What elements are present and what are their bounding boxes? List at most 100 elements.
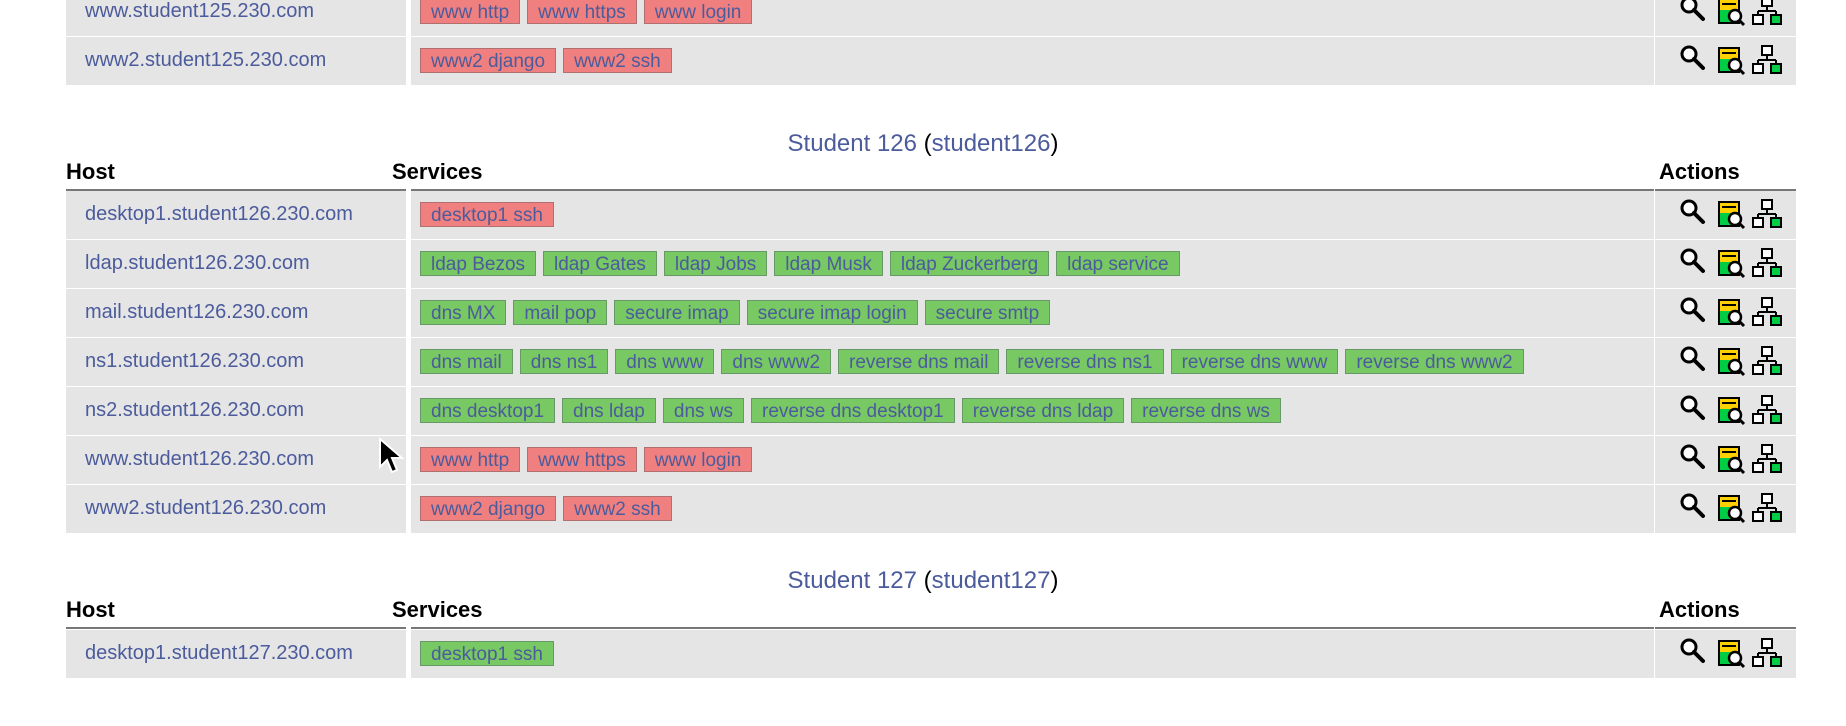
service-badge[interactable]: reverse dns ldap [961, 398, 1125, 423]
status-log-icon[interactable] [1714, 636, 1746, 670]
service-list: www http www https www login [420, 0, 759, 24]
services-column-header: Services [392, 597, 483, 622]
network-map-icon[interactable] [1751, 442, 1783, 476]
action-icons [1677, 636, 1788, 670]
service-badge[interactable]: desktop1 ssh [420, 202, 554, 227]
service-badge[interactable]: www2 ssh [563, 496, 672, 521]
header-rule [66, 627, 406, 629]
status-log-icon[interactable] [1714, 295, 1746, 329]
service-badge[interactable]: reverse dns ws [1131, 398, 1281, 423]
service-badge[interactable]: www https [527, 447, 637, 472]
status-log-icon[interactable] [1714, 491, 1746, 525]
student-name-link[interactable]: Student 126 [788, 130, 917, 157]
host-link[interactable]: desktop1.student126.230.com [85, 203, 353, 226]
service-badge[interactable]: www login [643, 0, 753, 24]
service-badge[interactable]: dns www [615, 349, 715, 374]
network-map-icon[interactable] [1751, 246, 1783, 280]
service-badge[interactable]: ldap Bezos [420, 251, 537, 276]
service-badge[interactable]: secure smtp [924, 300, 1051, 325]
service-badge[interactable]: reverse dns desktop1 [751, 398, 955, 423]
status-log-icon[interactable] [1714, 0, 1746, 28]
network-map-icon[interactable] [1751, 491, 1783, 525]
status-log-icon[interactable] [1714, 246, 1746, 280]
service-badge[interactable]: secure imap login [746, 300, 918, 325]
service-badge[interactable]: www login [643, 447, 753, 472]
service-badge[interactable]: dns ws [662, 398, 745, 423]
network-map-icon[interactable] [1751, 0, 1783, 28]
host-link[interactable]: www.student125.230.com [85, 0, 314, 23]
host-link[interactable]: mail.student126.230.com [85, 301, 308, 324]
service-badge[interactable]: ldap service [1056, 251, 1180, 276]
service-badge[interactable]: ldap Zuckerberg [889, 251, 1050, 276]
magnifier-icon[interactable] [1677, 636, 1709, 670]
network-map-icon[interactable] [1751, 636, 1783, 670]
service-badge[interactable]: dns ns1 [519, 349, 609, 374]
host-cell: www2.student126.230.com [66, 485, 406, 533]
actions-cell [1655, 630, 1796, 678]
status-log-icon[interactable] [1714, 393, 1746, 427]
host-row: ldap.student126.230.com ldap Bezos ldap Ga… [66, 240, 1796, 288]
student-id-link[interactable]: student127 [932, 567, 1051, 594]
host-link[interactable]: www2.student125.230.com [85, 49, 326, 72]
host-column-header: Host [66, 597, 115, 622]
service-badge[interactable]: dns mail [420, 349, 513, 374]
service-list: www2 django www2 ssh [420, 48, 679, 73]
magnifier-icon[interactable] [1677, 246, 1709, 280]
actions-cell [1655, 37, 1796, 85]
service-badge[interactable]: secure imap [614, 300, 740, 325]
host-column-header: Host [66, 159, 115, 184]
service-badge[interactable]: www2 django [420, 496, 557, 521]
service-badge[interactable]: www http [420, 0, 521, 24]
service-badge[interactable]: reverse dns www2 [1345, 349, 1524, 374]
actions-cell [1655, 338, 1796, 386]
service-badge[interactable]: www https [527, 0, 637, 24]
services-cell: www2 django www2 ssh [411, 37, 1654, 85]
services-cell: www http www https www login [411, 436, 1654, 484]
network-map-icon[interactable] [1751, 43, 1783, 77]
magnifier-icon[interactable] [1677, 344, 1709, 378]
host-link[interactable]: ldap.student126.230.com [85, 252, 310, 275]
services-cell: desktop1 ssh [411, 630, 1654, 678]
service-badge[interactable]: dns www2 [721, 349, 832, 374]
network-map-icon[interactable] [1751, 197, 1783, 231]
service-badge[interactable]: desktop1 ssh [420, 641, 554, 666]
network-map-icon[interactable] [1751, 344, 1783, 378]
magnifier-icon[interactable] [1677, 43, 1709, 77]
service-badge[interactable]: dns ldap [562, 398, 656, 423]
service-badge[interactable]: ldap Jobs [663, 251, 768, 276]
status-log-icon[interactable] [1714, 442, 1746, 476]
host-row: desktop1.student127.230.com desktop1 ssh [66, 630, 1796, 678]
service-badge[interactable]: dns desktop1 [420, 398, 556, 423]
service-badge[interactable]: www2 django [420, 48, 557, 73]
service-badge[interactable]: www2 ssh [563, 48, 672, 73]
host-cell: desktop1.student126.230.com [66, 191, 406, 239]
host-link[interactable]: www2.student126.230.com [85, 497, 326, 520]
magnifier-icon[interactable] [1677, 0, 1709, 28]
status-log-icon[interactable] [1714, 197, 1746, 231]
service-badge[interactable]: reverse dns mail [838, 349, 1000, 374]
student-id-link[interactable]: student126 [932, 130, 1051, 157]
host-link[interactable]: desktop1.student127.230.com [85, 642, 353, 665]
service-badge[interactable]: reverse dns www [1170, 349, 1339, 374]
network-map-icon[interactable] [1751, 295, 1783, 329]
service-badge[interactable]: www http [420, 447, 521, 472]
service-badge[interactable]: mail pop [513, 300, 608, 325]
magnifier-icon[interactable] [1677, 393, 1709, 427]
service-badge[interactable]: ldap Musk [774, 251, 883, 276]
service-badge[interactable]: dns MX [420, 300, 507, 325]
action-icons [1677, 491, 1788, 525]
magnifier-icon[interactable] [1677, 197, 1709, 231]
magnifier-icon[interactable] [1677, 491, 1709, 525]
service-badge[interactable]: ldap Gates [543, 251, 657, 276]
host-link[interactable]: www.student126.230.com [85, 448, 314, 471]
student-name-link[interactable]: Student 127 [788, 567, 917, 594]
network-map-icon[interactable] [1751, 393, 1783, 427]
status-log-icon[interactable] [1714, 344, 1746, 378]
service-badge[interactable]: reverse dns ns1 [1006, 349, 1164, 374]
magnifier-icon[interactable] [1677, 442, 1709, 476]
host-link[interactable]: ns1.student126.230.com [85, 350, 304, 373]
host-link[interactable]: ns2.student126.230.com [85, 399, 304, 422]
services-cell: www http www https www login [411, 0, 1654, 36]
status-log-icon[interactable] [1714, 43, 1746, 77]
magnifier-icon[interactable] [1677, 295, 1709, 329]
